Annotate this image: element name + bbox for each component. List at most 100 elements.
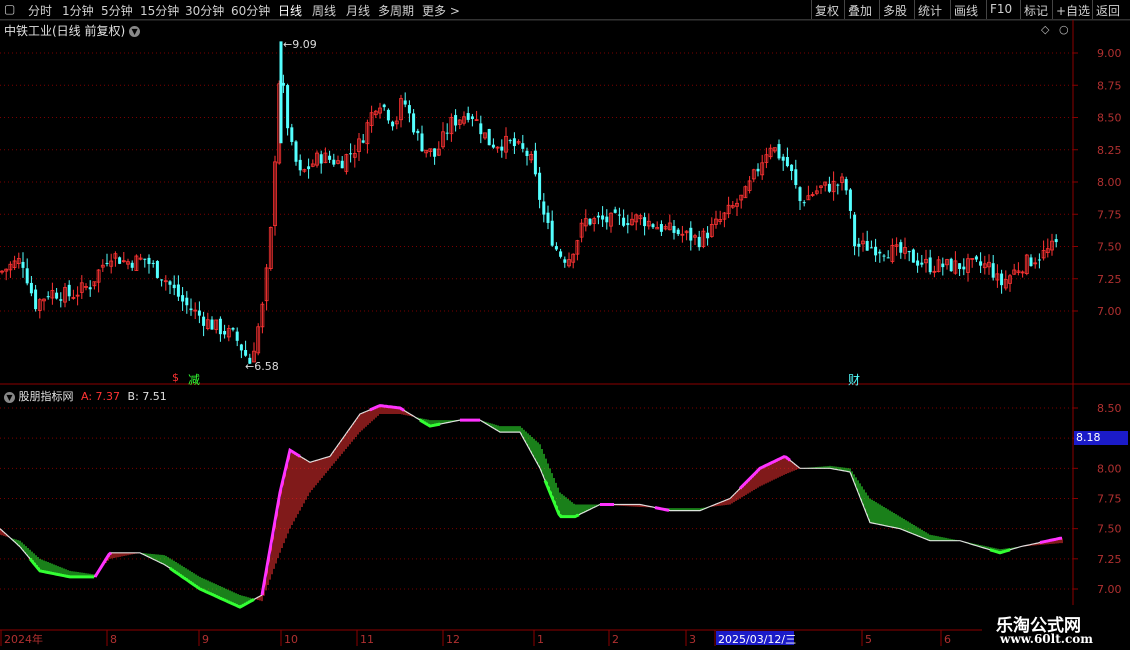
indicator-tick-label: 7.00	[1097, 583, 1122, 596]
candle-body-down	[882, 255, 886, 257]
x-axis-label: 10	[284, 633, 298, 646]
candle-body-down	[235, 331, 239, 341]
x-axis-label: 6	[944, 633, 951, 646]
candle-body-down	[491, 144, 495, 148]
candle-body-down	[941, 263, 945, 268]
candle-body-down	[67, 284, 71, 297]
high-price-label: ←9.09	[283, 38, 317, 51]
candle-body-down	[857, 243, 861, 247]
candle-body-down	[25, 268, 29, 284]
indicator-tick-label: 7.50	[1097, 523, 1122, 536]
candle-body-down	[706, 232, 710, 239]
candle-body-down	[853, 214, 857, 247]
candle-body-down	[46, 296, 50, 298]
candle-body-down	[962, 266, 966, 270]
candle-body-down	[487, 128, 491, 146]
candle-body-down	[777, 144, 781, 159]
candle-body-down	[59, 299, 63, 301]
candle-body-down	[332, 159, 336, 165]
candle-body-down	[676, 229, 680, 235]
indicator-highlight	[93, 551, 112, 578]
candle-body-down	[869, 247, 873, 249]
candle-body-down	[672, 225, 676, 233]
arrow-left-icon: ←	[283, 38, 293, 51]
candle-body-down	[844, 179, 848, 191]
dropdown-icon[interactable]: ▼	[4, 391, 15, 403]
price-tick-label: 7.00	[1097, 305, 1122, 318]
price-tick-label: 7.50	[1097, 241, 1122, 254]
candle-body-down	[239, 344, 243, 351]
candle-body-down	[340, 160, 344, 169]
indicator-header: ▼ 股朋指标网 A: 7.37 B: 7.51	[4, 388, 167, 404]
candle-body-down	[790, 164, 794, 172]
candle-body-down	[521, 143, 525, 149]
x-axis-label: 1	[537, 633, 544, 646]
price-tick-label: 9.00	[1097, 47, 1122, 60]
indicator-a-label: A:	[81, 390, 93, 403]
candle-body-down	[525, 150, 529, 156]
candle-body-down	[416, 130, 420, 134]
candle-body-down	[974, 256, 978, 260]
finance-marker[interactable]: 财	[848, 371, 860, 388]
candle-body-down	[651, 224, 655, 228]
candle-body-down	[538, 172, 542, 200]
price-tick-label: 7.75	[1097, 208, 1122, 221]
candle-body-down	[185, 297, 189, 306]
indicator-b-value: 7.51	[142, 390, 167, 403]
main-title: 中铁工业(日线 前复权) ▼	[4, 22, 141, 39]
candle-body-down	[533, 150, 537, 175]
candle-body-down	[781, 156, 785, 161]
reduce-marker[interactable]: 减	[188, 371, 200, 388]
candle-body-down	[588, 218, 592, 225]
candle-body-down	[1037, 259, 1041, 261]
candle-body-down	[403, 100, 407, 105]
settings-circle-icon[interactable]: ○	[1059, 23, 1069, 36]
diamond-icon[interactable]: ◇	[1041, 23, 1049, 36]
candle-body-down	[613, 209, 617, 213]
indicator-highlight	[1039, 536, 1062, 544]
candle-body-down	[958, 263, 962, 270]
x-axis-label: 12	[446, 633, 460, 646]
indicator-tick-label: 8.00	[1097, 462, 1122, 475]
candle-body-down	[596, 215, 600, 218]
candle-body-down	[865, 241, 869, 251]
price-tick-label: 7.25	[1097, 273, 1122, 286]
candle-body-down	[798, 187, 802, 202]
candle-body-down	[298, 159, 302, 171]
candle-body-down	[391, 121, 395, 127]
candle-body-down	[659, 224, 663, 232]
indicator-highlight	[369, 404, 405, 412]
candle-body-down	[802, 202, 806, 204]
candle-body-down	[911, 249, 915, 263]
candle-body-down	[244, 350, 248, 356]
price-tick-label: 8.50	[1097, 112, 1122, 125]
candle-body-down	[916, 260, 920, 266]
candle-body-down	[554, 246, 558, 250]
watermark-box: 乐淘公式网 www.60lt.com	[982, 605, 1130, 650]
candle-body-down	[470, 116, 474, 119]
candle-body-down	[307, 166, 311, 170]
candle-body-down	[168, 281, 172, 285]
candle-body-down	[907, 251, 911, 253]
x-axis-label: 2025/03/12/三	[718, 633, 796, 646]
candle-body-down	[899, 242, 903, 253]
candle-body-down	[155, 261, 159, 278]
x-axis-label: 9	[202, 633, 209, 646]
candle-body-down	[361, 140, 365, 143]
candle-body-down	[34, 289, 38, 310]
dropdown-icon[interactable]: ▼	[129, 26, 141, 37]
candle-body-down	[878, 251, 882, 254]
candle-body-down	[689, 227, 693, 241]
candle-body-down	[617, 214, 621, 216]
candle-body-down	[756, 168, 760, 172]
candle-body-down	[601, 215, 605, 220]
candle-body-down	[827, 183, 831, 192]
dividend-marker[interactable]: $	[172, 371, 179, 384]
x-axis-label: 8	[110, 633, 117, 646]
candle-body-down	[172, 284, 176, 289]
candle-body-down	[550, 220, 554, 246]
candle-body-down	[512, 138, 516, 147]
candle-body-down	[622, 217, 626, 226]
price-tick-label: 8.25	[1097, 144, 1122, 157]
candle-body-down	[445, 132, 449, 134]
